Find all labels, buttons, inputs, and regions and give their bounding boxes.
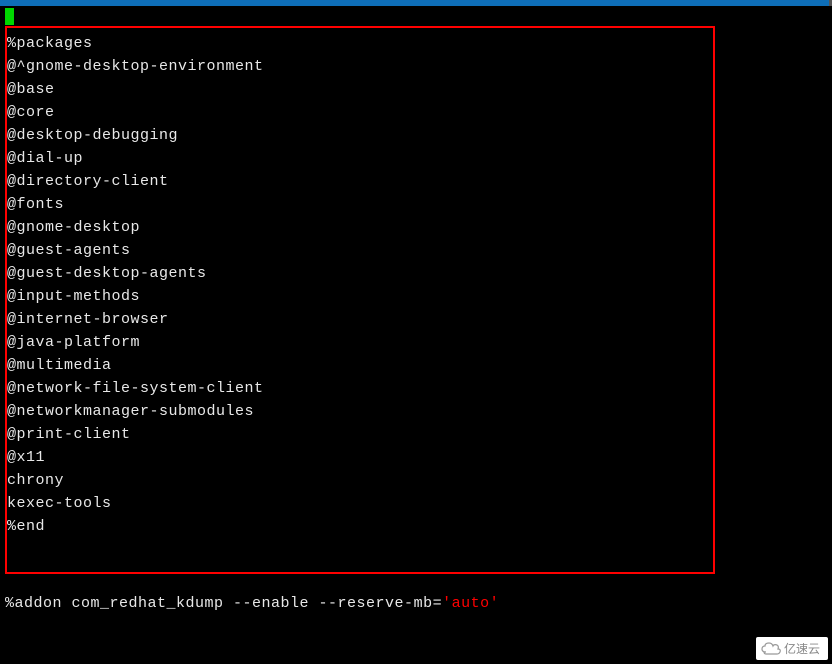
config-line: %packages [7,32,713,55]
config-line: chrony [7,469,713,492]
quote-char: ' [490,595,500,612]
config-line: @internet-browser [7,308,713,331]
config-line: @multimedia [7,354,713,377]
addon-reserve-value: auto [452,595,490,612]
config-line: @core [7,101,713,124]
watermark-text: 亿速云 [784,640,820,657]
config-line: @networkmanager-submodules [7,400,713,423]
config-line: @network-file-system-client [7,377,713,400]
config-line: @directory-client [7,170,713,193]
selection-highlight-box: %packages @^gnome-desktop-environment @b… [5,26,715,574]
config-line: @x11 [7,446,713,469]
config-line: @input-methods [7,285,713,308]
watermark-badge: 亿速云 [756,637,828,660]
config-line: @desktop-debugging [7,124,713,147]
config-line: @guest-agents [7,239,713,262]
quote-char: ' [442,595,452,612]
config-line: @^gnome-desktop-environment [7,55,713,78]
addon-command-text: %addon com_redhat_kdump --enable --reser… [5,595,442,612]
config-line: kexec-tools [7,492,713,515]
config-line: @gnome-desktop [7,216,713,239]
cloud-icon [760,642,780,656]
config-line: @fonts [7,193,713,216]
config-line: %end [7,515,713,538]
config-line: @java-platform [7,331,713,354]
addon-config-line: %addon com_redhat_kdump --enable --reser… [5,592,827,615]
config-line: @dial-up [7,147,713,170]
terminal-viewport[interactable]: %packages @^gnome-desktop-environment @b… [0,6,832,617]
terminal-cursor [5,8,14,25]
config-line: @guest-desktop-agents [7,262,713,285]
config-line: @print-client [7,423,713,446]
config-line: @base [7,78,713,101]
